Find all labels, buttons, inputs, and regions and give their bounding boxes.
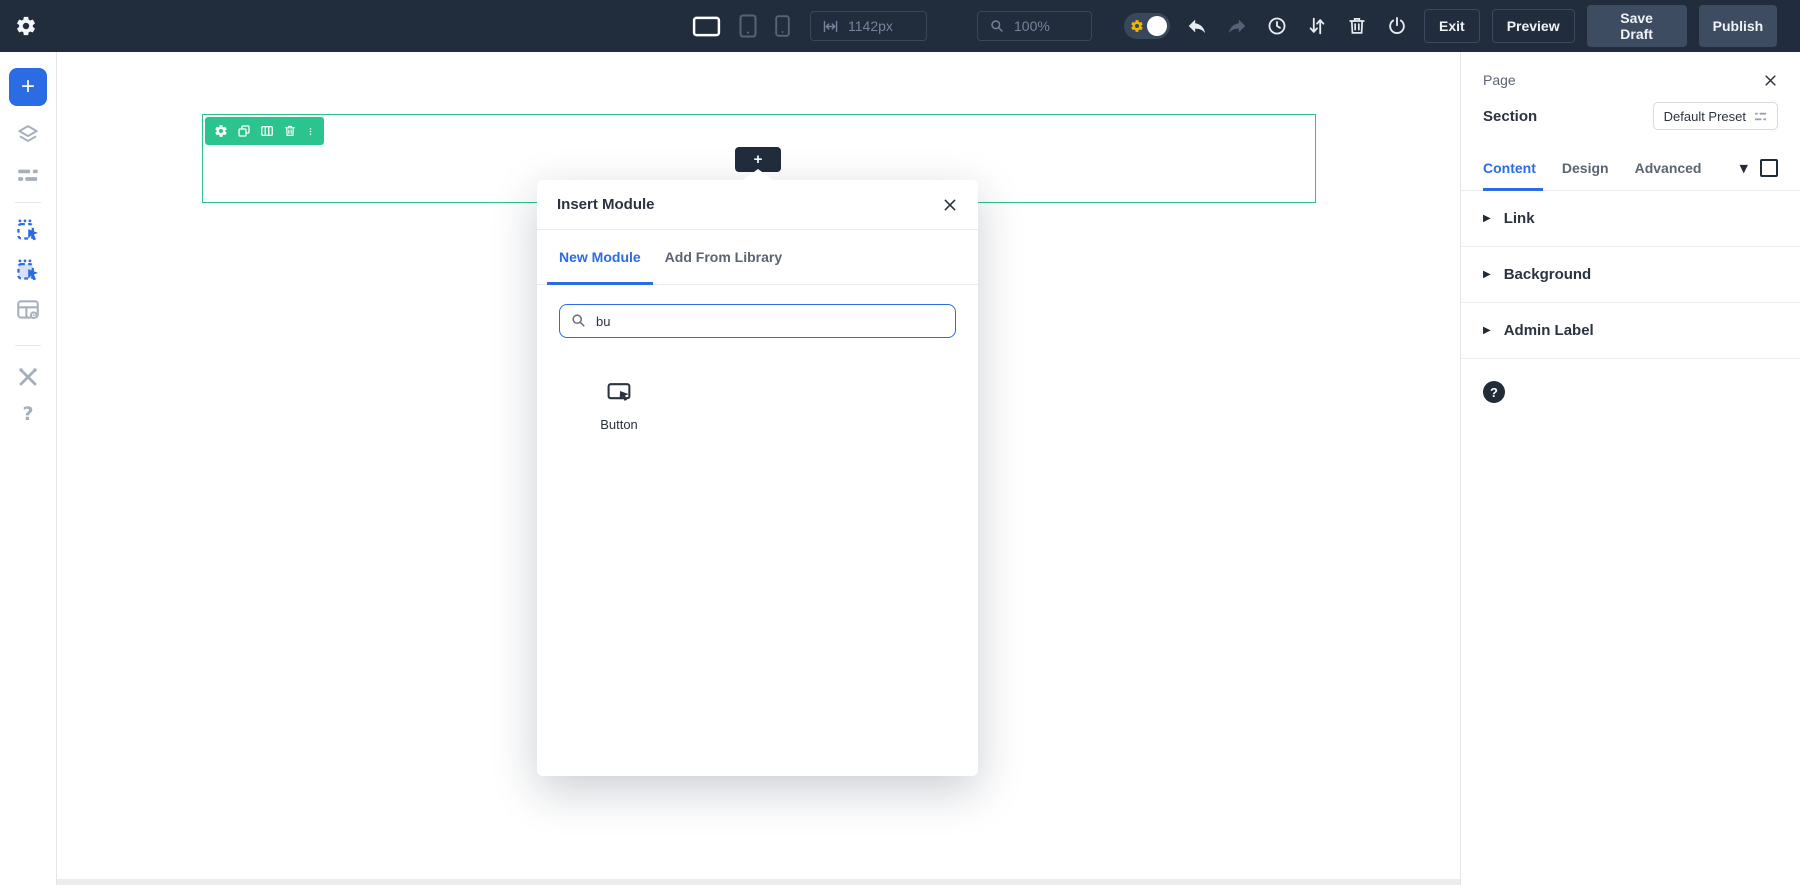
accordion-label: Admin Label	[1503, 322, 1594, 339]
left-sidebar: + ?	[0, 52, 57, 885]
duplicate-section-icon[interactable]	[237, 124, 251, 138]
history-controls	[1182, 0, 1422, 52]
button-module-icon	[606, 379, 633, 406]
layers-icon[interactable]	[15, 122, 41, 148]
select-mode-icon[interactable]	[15, 217, 41, 243]
editing-history-icon[interactable]	[1262, 11, 1292, 41]
accordion-link[interactable]: ▶ Link	[1461, 191, 1800, 247]
undo-icon[interactable]	[1182, 11, 1212, 41]
preset-icon	[1754, 110, 1767, 123]
sidebar-divider	[15, 202, 41, 203]
section-toolbar	[205, 117, 324, 145]
tabs-extra-controls: ▼	[1740, 159, 1778, 177]
sidebar-divider	[15, 345, 41, 346]
zoom-magnifier-icon	[989, 18, 1005, 34]
device-switcher	[692, 0, 790, 52]
default-preset-button[interactable]: Default Preset	[1652, 102, 1778, 130]
module-item-button[interactable]: Button	[569, 378, 669, 433]
modal-title: Insert Module	[557, 196, 655, 213]
tab-advanced[interactable]: Advanced	[1635, 160, 1702, 176]
toggle-knob	[1147, 16, 1167, 36]
module-search-input[interactable]	[559, 304, 956, 338]
settings-tabs: Content Design Advanced ▼	[1461, 146, 1800, 191]
module-search	[559, 304, 956, 338]
delete-section-trash-icon[interactable]	[283, 124, 297, 138]
accordion-background[interactable]: ▶ Background	[1461, 247, 1800, 303]
clear-layout-trash-icon[interactable]	[1342, 11, 1372, 41]
modal-header: Insert Module	[537, 180, 978, 230]
phone-view-icon[interactable]	[775, 15, 790, 37]
canvas-bottom-edge	[57, 879, 1517, 885]
module-results: Button	[537, 338, 978, 433]
tools-icon[interactable]	[15, 364, 41, 390]
section-settings-gear-icon[interactable]	[214, 124, 228, 138]
tab-design[interactable]: Design	[1562, 160, 1609, 176]
builder-settings-gear-icon[interactable]	[15, 15, 37, 37]
chevron-right-icon: ▶	[1483, 325, 1491, 336]
accordion-label: Background	[1503, 266, 1592, 283]
top-toolbar: 1142px 100% Exit Preview Save Draft Publ…	[0, 0, 1800, 52]
sidebar-help-icon[interactable]: ?	[16, 402, 39, 426]
responsive-desktop-icon[interactable]	[1760, 159, 1778, 177]
width-arrows-icon	[822, 18, 839, 35]
canvas-width-value: 1142px	[848, 18, 893, 34]
wireframe-view-icon[interactable]	[15, 162, 41, 188]
modal-tabs: New Module Add From Library	[537, 230, 978, 285]
exit-button[interactable]: Exit	[1424, 9, 1480, 43]
element-row: Section Default Preset	[1461, 94, 1800, 146]
chevron-right-icon: ▶	[1483, 269, 1491, 280]
insert-module-modal: Insert Module New Module Add From Librar…	[537, 169, 978, 776]
panel-close-icon[interactable]	[1763, 73, 1778, 88]
modal-close-icon[interactable]	[942, 197, 958, 213]
tab-add-from-library[interactable]: Add From Library	[653, 230, 794, 284]
panel-help-icon[interactable]: ?	[1483, 381, 1505, 403]
preset-button-label: Default Preset	[1663, 108, 1746, 124]
page-canvas: + Insert Module New Module Add From Libr…	[57, 52, 1517, 885]
panel-header: Page	[1461, 52, 1800, 94]
canvas-zoom-value: 100%	[1014, 18, 1050, 34]
desktop-view-icon[interactable]	[692, 16, 721, 37]
toggle-gear-icon	[1130, 19, 1144, 33]
redo-icon[interactable]	[1222, 11, 1252, 41]
element-type-label: Section	[1483, 107, 1538, 125]
tab-new-module[interactable]: New Module	[547, 230, 653, 285]
canvas-width-input[interactable]: 1142px	[810, 11, 927, 41]
active-tab-underline	[1483, 188, 1543, 191]
accordion-label: Link	[1503, 210, 1535, 227]
module-item-label: Button	[600, 417, 638, 432]
canvas-zoom-input[interactable]: 100%	[977, 11, 1092, 41]
multiselect-mode-icon[interactable]	[15, 257, 41, 283]
section-more-options-icon[interactable]	[306, 124, 315, 138]
layout-library-icon[interactable]	[15, 297, 41, 323]
columns-icon[interactable]	[260, 124, 274, 138]
tablet-view-icon[interactable]	[739, 14, 757, 38]
page-settings-panel: Page Section Default Preset Content Desi…	[1460, 52, 1800, 885]
topbar-actions: Exit Preview Save Draft Publish	[1424, 0, 1777, 52]
interaction-mode-toggle[interactable]	[1124, 13, 1170, 39]
publish-button[interactable]: Publish	[1698, 5, 1777, 47]
chevron-right-icon: ▶	[1483, 213, 1491, 224]
add-element-button[interactable]: +	[9, 68, 47, 106]
page-settings-power-icon[interactable]	[1382, 11, 1412, 41]
divi-builder: 1142px 100% Exit Preview Save Draft Publ…	[0, 0, 1800, 885]
save-draft-button[interactable]: Save Draft	[1586, 5, 1687, 47]
portability-icon[interactable]	[1302, 11, 1332, 41]
accordion-admin-label[interactable]: ▶ Admin Label	[1461, 303, 1800, 359]
preview-button[interactable]: Preview	[1491, 9, 1575, 43]
tabs-dropdown-caret-icon[interactable]: ▼	[1740, 162, 1748, 175]
tab-content[interactable]: Content	[1483, 160, 1536, 176]
panel-title: Page	[1483, 72, 1516, 88]
